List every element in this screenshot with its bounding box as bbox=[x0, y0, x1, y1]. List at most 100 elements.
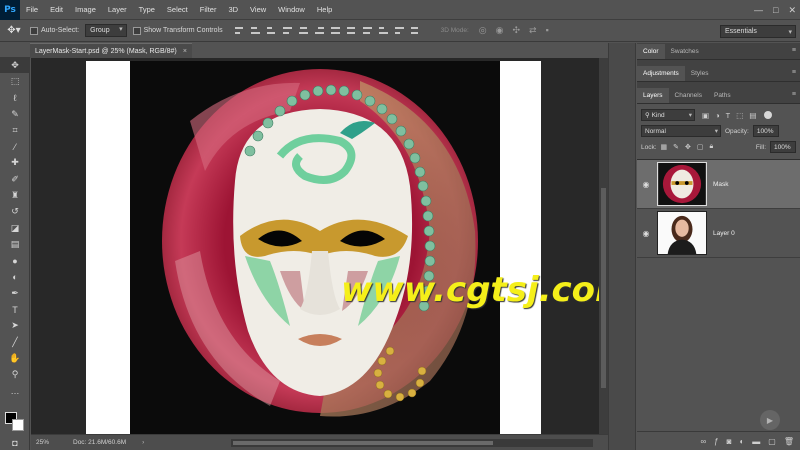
checkbox-box[interactable] bbox=[132, 26, 141, 35]
delete-layer-icon[interactable]: 🗑︎ bbox=[784, 437, 794, 446]
pen-tool-icon[interactable]: ✒ bbox=[0, 285, 30, 301]
link-layers-icon[interactable]: ∞ bbox=[700, 437, 706, 446]
new-layer-icon[interactable]: ▢ bbox=[768, 437, 776, 446]
lock-all-icon[interactable]: 🔒︎ bbox=[710, 143, 714, 151]
move-tool-icon[interactable]: ✥ bbox=[0, 57, 30, 74]
tab-swatches[interactable]: Swatches bbox=[665, 44, 705, 59]
canvas-area[interactable]: www.cgtsj.com bbox=[31, 58, 599, 434]
distribute-bottom-icon[interactable] bbox=[362, 26, 373, 36]
layer-style-icon[interactable]: ƒ bbox=[714, 437, 718, 446]
type-tool-icon[interactable]: T bbox=[0, 301, 30, 317]
visibility-eye-icon[interactable]: ◉ bbox=[637, 229, 655, 238]
lock-transparent-icon[interactable]: ▦ bbox=[661, 143, 668, 151]
layer-filter-kind-dropdown[interactable]: ⚲ Kind bbox=[641, 109, 695, 121]
distribute-vcenter-icon[interactable] bbox=[346, 26, 357, 36]
shape-filter-icon[interactable]: ⬚ bbox=[736, 111, 743, 120]
zoom-level[interactable]: 25% bbox=[31, 439, 55, 446]
distribute-hcenter-icon[interactable] bbox=[394, 26, 405, 36]
layer-row-layer-0[interactable]: ◉ Layer 0 bbox=[637, 209, 800, 258]
move-tool-preset-icon[interactable]: ✥▾ bbox=[4, 23, 24, 39]
minimize-icon[interactable]: — bbox=[754, 5, 763, 15]
lock-artboard-icon[interactable]: ▢ bbox=[697, 143, 704, 151]
scale-3d-icon[interactable]: ▪ bbox=[546, 25, 549, 36]
auto-select-dropdown[interactable]: Group bbox=[85, 24, 127, 37]
distribute-left-icon[interactable] bbox=[378, 26, 389, 36]
hand-tool-icon[interactable]: ✋ bbox=[0, 350, 30, 366]
marquee-tool-icon[interactable]: ⬚ bbox=[0, 73, 30, 89]
vertical-scroll-thumb[interactable] bbox=[601, 188, 606, 388]
checkbox-box[interactable] bbox=[30, 26, 38, 35]
panel-menu-icon[interactable]: ≡ bbox=[792, 47, 796, 54]
history-brush-tool-icon[interactable]: ↺ bbox=[0, 204, 30, 220]
tab-adjustments[interactable]: Adjustments bbox=[637, 66, 685, 81]
lasso-tool-icon[interactable]: ℓ bbox=[0, 90, 30, 106]
close-icon[interactable]: ✕ bbox=[788, 5, 796, 16]
lock-image-icon[interactable]: ✎ bbox=[673, 143, 679, 151]
workspace-dropdown[interactable]: Essentials bbox=[720, 25, 796, 38]
align-right-icon[interactable] bbox=[314, 26, 325, 36]
layer-thumbnail-layer-0[interactable] bbox=[657, 211, 707, 255]
blur-tool-icon[interactable]: ● bbox=[0, 253, 30, 269]
line-tool-icon[interactable]: ╱ bbox=[0, 334, 30, 350]
opacity-input[interactable]: 100% bbox=[752, 125, 779, 137]
tab-styles[interactable]: Styles bbox=[685, 66, 715, 81]
drag-3d-icon[interactable]: ✣ bbox=[513, 25, 521, 36]
show-transform-checkbox[interactable]: Show Transform Controls bbox=[132, 26, 223, 35]
menu-file[interactable]: File bbox=[20, 0, 44, 20]
distribute-top-icon[interactable] bbox=[330, 26, 341, 36]
quick-mask-icon[interactable]: ◘ bbox=[0, 435, 30, 450]
brush-tool-icon[interactable]: ✐ bbox=[0, 171, 30, 187]
menu-type[interactable]: Type bbox=[133, 0, 161, 20]
menu-help[interactable]: Help bbox=[311, 0, 338, 20]
zoom-tool-icon[interactable]: ⚲ bbox=[0, 367, 30, 383]
distribute-right-icon[interactable] bbox=[410, 26, 421, 36]
filter-toggle[interactable] bbox=[764, 111, 773, 119]
tab-channels[interactable]: Channels bbox=[669, 88, 708, 103]
gradient-tool-icon[interactable]: ▤ bbox=[0, 236, 30, 252]
dodge-tool-icon[interactable]: ◐ bbox=[0, 269, 30, 285]
menu-3d[interactable]: 3D bbox=[222, 0, 244, 20]
menu-window[interactable]: Window bbox=[272, 0, 311, 20]
background-color-swatch[interactable] bbox=[12, 419, 24, 431]
orbit-3d-icon[interactable]: ◎ bbox=[479, 25, 487, 36]
align-top-icon[interactable] bbox=[234, 26, 245, 36]
menu-edit[interactable]: Edit bbox=[44, 0, 69, 20]
tab-color[interactable]: Color bbox=[637, 44, 665, 59]
more-tools-icon[interactable]: … bbox=[0, 383, 30, 399]
fill-input[interactable]: 100% bbox=[770, 141, 796, 153]
crop-tool-icon[interactable]: ⌗ bbox=[0, 122, 30, 138]
smart-object-filter-icon[interactable]: ▤ bbox=[749, 111, 756, 120]
align-vcenter-icon[interactable] bbox=[250, 26, 261, 36]
eraser-tool-icon[interactable]: ◪ bbox=[0, 220, 30, 236]
blend-mode-dropdown[interactable]: Normal bbox=[641, 125, 721, 137]
align-hcenter-icon[interactable] bbox=[298, 26, 309, 36]
layer-name-mask[interactable]: Mask bbox=[713, 181, 729, 188]
menu-select[interactable]: Select bbox=[161, 0, 194, 20]
adjustment-filter-icon[interactable]: ◑ bbox=[715, 111, 720, 120]
align-bottom-icon[interactable] bbox=[266, 26, 277, 36]
align-left-icon[interactable] bbox=[282, 26, 293, 36]
path-select-tool-icon[interactable]: ➤ bbox=[0, 318, 30, 334]
auto-select-checkbox[interactable]: Auto-Select: bbox=[30, 26, 79, 35]
eyedropper-tool-icon[interactable]: ⁄ bbox=[0, 138, 30, 154]
layer-row-mask[interactable]: ◉ Mask bbox=[637, 160, 800, 209]
menu-layer[interactable]: Layer bbox=[102, 0, 133, 20]
close-document-icon[interactable]: × bbox=[183, 48, 187, 55]
roll-3d-icon[interactable]: ◉ bbox=[496, 25, 504, 36]
maximize-icon[interactable]: □ bbox=[773, 5, 778, 15]
add-mask-icon[interactable]: ◙ bbox=[727, 437, 732, 446]
pixel-filter-icon[interactable]: ▣ bbox=[702, 111, 709, 120]
horizontal-scroll-thumb[interactable] bbox=[233, 441, 493, 445]
lock-position-icon[interactable]: ✥ bbox=[685, 143, 691, 151]
type-filter-icon[interactable]: T bbox=[726, 111, 731, 120]
panel-menu-icon[interactable]: ≡ bbox=[792, 69, 796, 76]
adjustment-layer-icon[interactable]: ◐ bbox=[739, 437, 744, 446]
layer-thumbnail-mask[interactable] bbox=[657, 162, 707, 206]
new-group-icon[interactable]: ▬ bbox=[752, 437, 760, 446]
slide-3d-icon[interactable]: ⇄ bbox=[529, 25, 537, 36]
color-swatches[interactable] bbox=[5, 412, 27, 434]
layer-name-layer-0[interactable]: Layer 0 bbox=[713, 230, 735, 237]
tab-paths[interactable]: Paths bbox=[708, 88, 737, 103]
horizontal-scrollbar[interactable] bbox=[231, 439, 593, 447]
menu-view[interactable]: View bbox=[244, 0, 272, 20]
